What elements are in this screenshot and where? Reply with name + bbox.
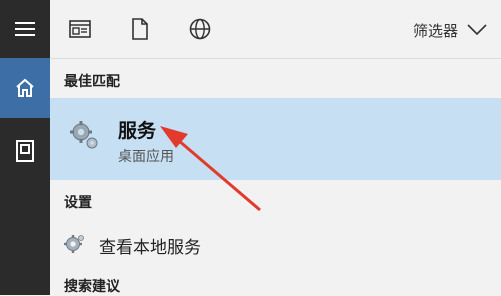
settings-gear-icon xyxy=(64,235,84,253)
filter-label: 筛选器 xyxy=(412,21,458,40)
hamburger-menu-icon xyxy=(15,22,35,36)
filter-dropdown[interactable]: 筛选器 xyxy=(413,18,487,42)
settings-result-label: 查看本地服务 xyxy=(99,238,201,258)
section-header-best-match: 最佳匹配 xyxy=(64,74,120,90)
section-header-settings: 设置 xyxy=(64,195,92,211)
web-globe-icon xyxy=(189,18,211,40)
apps-icon xyxy=(69,20,91,38)
best-match-subtitle: 桌面应用 xyxy=(118,149,174,165)
gear-icon xyxy=(70,121,98,149)
menu-button[interactable] xyxy=(0,0,50,58)
web-filter-button[interactable] xyxy=(187,16,213,42)
best-match-result[interactable]: 服务 桌面应用 xyxy=(50,98,501,180)
documents-icon xyxy=(132,18,148,40)
left-rail xyxy=(0,0,50,295)
notebook-icon xyxy=(16,140,34,162)
home-button[interactable] xyxy=(0,58,50,118)
notebook-button[interactable] xyxy=(0,120,50,182)
settings-result-item[interactable]: 查看本地服务 xyxy=(50,222,501,266)
home-icon xyxy=(16,78,34,97)
documents-filter-button[interactable] xyxy=(127,16,153,42)
search-toolbar: 筛选器 xyxy=(50,0,501,59)
best-match-title: 服务 xyxy=(118,120,157,142)
search-results-panel: 筛选器 最佳匹配 服务 桌面应用 设置 查看本地服务 搜索建议 xyxy=(50,0,501,295)
chevron-down-icon xyxy=(467,24,487,36)
section-header-search-suggestions: 搜索建议 xyxy=(64,279,120,295)
apps-filter-button[interactable] xyxy=(67,16,93,42)
